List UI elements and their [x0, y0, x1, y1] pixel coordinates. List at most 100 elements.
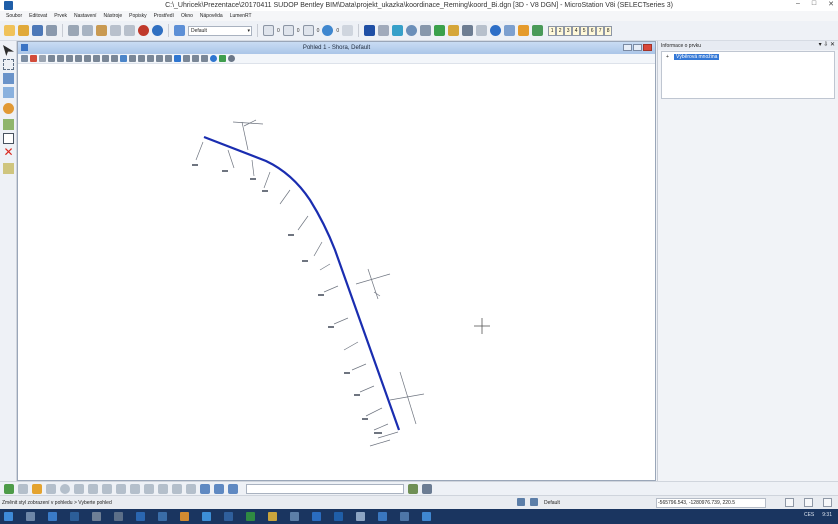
groups-icon[interactable] [3, 103, 14, 114]
variables-icon[interactable] [504, 25, 516, 36]
key-in-browse-icon[interactable] [408, 483, 418, 494]
undo-icon[interactable] [110, 25, 121, 36]
saved-views-icon[interactable] [183, 55, 190, 62]
taskbar-app-10-icon[interactable] [224, 512, 233, 521]
taskbar-app-2-icon[interactable] [48, 512, 57, 521]
drawing-canvas[interactable] [18, 64, 655, 480]
home-icon[interactable] [804, 498, 813, 507]
key-in-field[interactable] [246, 483, 404, 494]
redo-icon[interactable] [124, 25, 135, 36]
taskbar-app-12-icon[interactable] [268, 512, 277, 521]
snap-bisector-icon[interactable] [88, 483, 98, 494]
view-tab-4[interactable]: 4 [572, 25, 581, 36]
view-rotation-icon[interactable] [156, 55, 163, 62]
design-file-status-icon[interactable] [785, 498, 794, 507]
snap-point-on-icon[interactable] [172, 483, 182, 494]
taskbar-app-16-icon[interactable] [356, 512, 365, 521]
view-tab-3[interactable]: 3 [564, 25, 573, 36]
taskbar-app-3-icon[interactable] [70, 512, 79, 521]
view-tab-6[interactable]: 6 [588, 25, 597, 36]
display-set-icon[interactable] [174, 55, 181, 62]
paste-icon[interactable] [96, 25, 107, 36]
key-in-filter-icon[interactable] [422, 483, 432, 494]
walk-icon[interactable] [120, 55, 127, 62]
menu-lumenrt[interactable]: LumenRT [230, 13, 252, 19]
snap-mode-2-icon[interactable] [214, 483, 224, 494]
view-previous-icon[interactable] [102, 55, 109, 62]
snap-perpendicular-icon[interactable] [130, 483, 140, 494]
light-icon[interactable] [210, 55, 217, 62]
snap-center-icon[interactable] [60, 483, 70, 494]
taskbar-app-9-icon[interactable] [202, 512, 211, 521]
settings-icon[interactable] [518, 25, 530, 36]
accusnap-icon[interactable] [4, 483, 14, 494]
grid-icon[interactable] [532, 25, 544, 36]
new-file-icon[interactable] [4, 25, 15, 36]
taskbar-microstation-icon[interactable] [334, 512, 343, 521]
camera-icon[interactable] [129, 55, 136, 62]
taskbar-app-1-icon[interactable] [26, 512, 35, 521]
snap-midpoint-icon[interactable] [46, 483, 56, 494]
snap-multi-icon[interactable] [186, 483, 196, 494]
modify-icon[interactable] [3, 87, 14, 98]
taskbar-app-14-icon[interactable] [312, 512, 321, 521]
view-tab-8[interactable]: 8 [604, 25, 613, 36]
zoom-in-icon[interactable] [48, 55, 55, 62]
manipulate-icon[interactable] [3, 73, 14, 84]
view-tab-2[interactable]: 2 [556, 25, 565, 36]
taskbar-app-6-icon[interactable] [136, 512, 145, 521]
view-attributes-icon[interactable] [21, 55, 28, 62]
view-minimize-button[interactable] [623, 44, 632, 51]
render-view-icon[interactable] [201, 55, 208, 62]
menu-soubor[interactable]: Soubor [6, 13, 22, 19]
view-next-icon[interactable] [111, 55, 118, 62]
clock[interactable]: 9:31 [822, 512, 832, 518]
pan-view-icon[interactable] [93, 55, 100, 62]
raster-icon[interactable] [392, 25, 404, 36]
menu-editovat[interactable]: Editovat [29, 13, 47, 19]
taskbar-app-4-icon[interactable] [92, 512, 101, 521]
info-icon[interactable] [490, 25, 502, 36]
taskbar-app-5-icon[interactable] [114, 512, 123, 521]
accudraw-icon[interactable] [434, 25, 446, 36]
taskbar-app-11-icon[interactable] [246, 512, 255, 521]
measure-icon[interactable] [476, 25, 488, 36]
open-folder-icon[interactable] [18, 25, 29, 36]
selection-set-node[interactable]: Výběrová množina [674, 54, 720, 60]
view-tab-7[interactable]: 7 [596, 25, 605, 36]
minimize-button[interactable]: – [796, 0, 800, 8]
snap-parallel-icon[interactable] [144, 483, 154, 494]
level-display-icon[interactable] [174, 25, 185, 36]
taskbar-app-8-icon[interactable] [180, 512, 189, 521]
render-icon[interactable] [406, 25, 418, 36]
print-icon[interactable] [46, 25, 57, 36]
menu-okno[interactable]: Okno [181, 13, 193, 19]
view-close-button[interactable] [643, 44, 652, 51]
copy-icon[interactable] [82, 25, 93, 36]
menu-nastroje[interactable]: Nástroje [104, 13, 123, 19]
selection-tree[interactable]: + Výběrová množina [661, 51, 835, 99]
model-icon[interactable] [364, 25, 376, 36]
display-style-icon[interactable] [420, 25, 432, 36]
view-tab-1[interactable]: 1 [548, 25, 557, 36]
clip-volume-icon[interactable] [138, 55, 145, 62]
window-area-icon[interactable] [66, 55, 73, 62]
snap-origin-icon[interactable] [74, 483, 84, 494]
snap-tangent-icon[interactable] [116, 483, 126, 494]
level-combo[interactable]: Default ▾ [188, 25, 252, 36]
toggle-3d-icon[interactable] [165, 55, 172, 62]
clip-mask-icon[interactable] [147, 55, 154, 62]
fence-icon[interactable] [3, 59, 14, 70]
panel-pin-controls[interactable]: ▾ ⇩ ✕ [819, 41, 835, 48]
undo-status-icon[interactable] [517, 498, 525, 506]
language-indicator[interactable]: CES [804, 512, 814, 518]
grid-status-icon[interactable] [823, 498, 832, 507]
snap-nearest-icon[interactable] [32, 483, 42, 494]
menu-prvek[interactable]: Prvek [54, 13, 67, 19]
line-weight-icon[interactable] [302, 25, 314, 36]
cut-icon[interactable] [68, 25, 79, 36]
transparency-icon[interactable] [322, 25, 334, 36]
view-tab-5[interactable]: 5 [580, 25, 589, 36]
taskbar-app-18-icon[interactable] [400, 512, 409, 521]
save-icon[interactable] [32, 25, 43, 36]
